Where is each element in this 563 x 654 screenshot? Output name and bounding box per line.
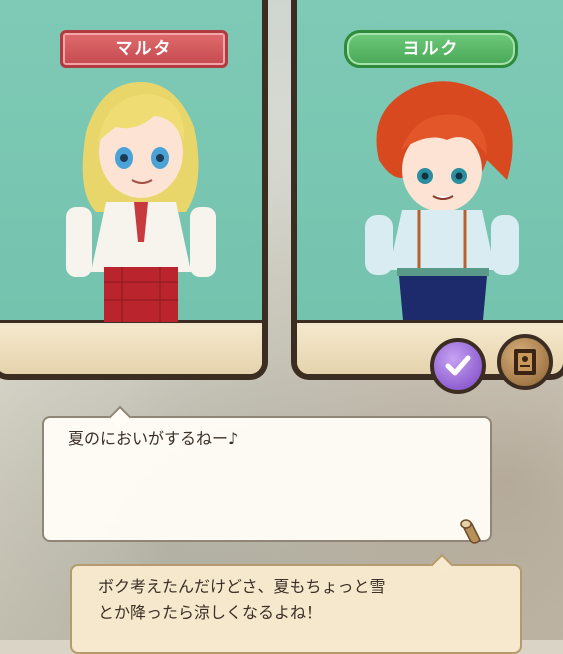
dialog-bubble-marta[interactable]: 夏のにおいがするねー♪ <box>42 405 492 544</box>
dialog-text: 夏のにおいがするねー♪ <box>68 429 239 448</box>
jork-portrait <box>365 81 519 320</box>
journal-icon <box>514 349 536 375</box>
marta-portrait <box>66 82 216 322</box>
check-icon <box>445 355 471 376</box>
check-button[interactable] <box>430 338 486 394</box>
scroll-indicator-icon <box>460 519 481 544</box>
dialog-bubble-jork[interactable]: ボク考えたんだけどさ、夏もちょっと雪 とか降ったら涼しくなるよね！ <box>70 553 522 654</box>
left-panel-footer <box>0 326 262 374</box>
name-plate-marta: マルタ <box>60 30 228 68</box>
dialog-text-line-1: ボク考えたんだけどさ、夏もちょっと雪 <box>98 577 386 596</box>
journal-button[interactable] <box>497 334 553 390</box>
name-plate-jork: ヨルク <box>344 30 518 68</box>
dialog-text-line-2: とか降ったら涼しくなるよね！ <box>98 603 323 622</box>
